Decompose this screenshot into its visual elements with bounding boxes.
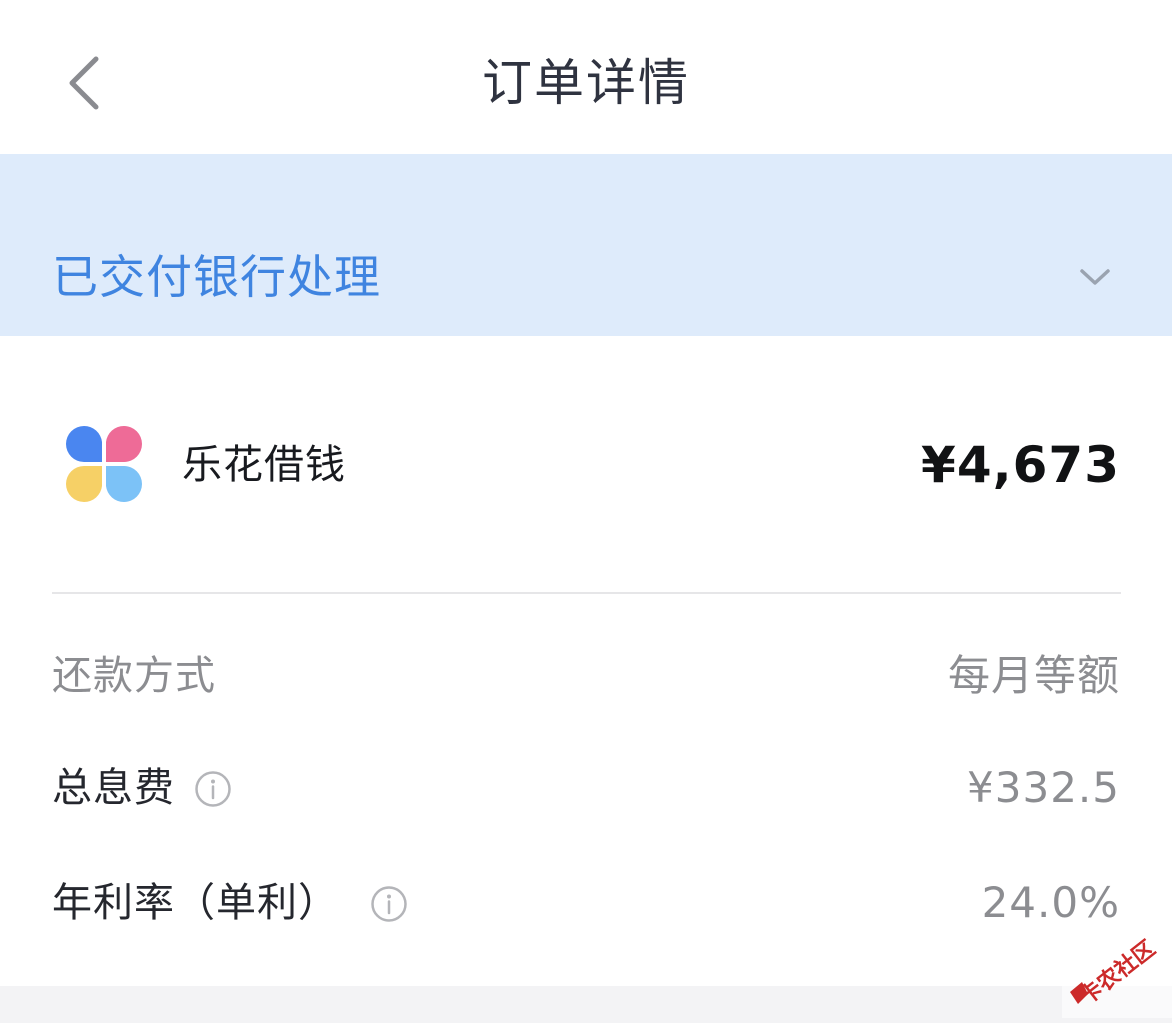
logo-petal-blue xyxy=(66,425,102,462)
watermark-logo: 卡农社区 xyxy=(1062,920,1172,1018)
total-interest-value: ¥332.5 xyxy=(967,763,1120,812)
product-logo-icon xyxy=(66,425,142,503)
info-icon[interactable] xyxy=(194,770,232,808)
total-interest-label: 总息费 xyxy=(52,765,175,811)
loan-amount: ¥4,673 xyxy=(921,436,1120,494)
section-divider xyxy=(52,592,1121,594)
chevron-down-icon[interactable] xyxy=(1076,262,1114,292)
logo-petal-lightblue xyxy=(106,466,142,503)
logo-petal-pink xyxy=(106,425,142,462)
top-nav-bar: 订单详情 xyxy=(0,0,1172,154)
bottom-gray-bar xyxy=(0,986,1172,1023)
product-name: 乐花借钱 xyxy=(182,442,346,488)
repayment-method-value: 每月等额 xyxy=(947,651,1120,700)
logo-petal-yellow xyxy=(66,466,102,503)
repayment-method-label: 还款方式 xyxy=(52,653,216,699)
page-title: 订单详情 xyxy=(482,54,690,112)
order-detail-page: 订单详情 已交付银行处理 乐花借钱 ¥4,673 还款方式 每月等额 总息费 ¥… xyxy=(0,0,1172,1023)
info-icon[interactable] xyxy=(370,885,408,923)
annual-rate-label: 年利率（单利） xyxy=(52,880,339,926)
order-status-text: 已交付银行处理 xyxy=(52,250,381,304)
